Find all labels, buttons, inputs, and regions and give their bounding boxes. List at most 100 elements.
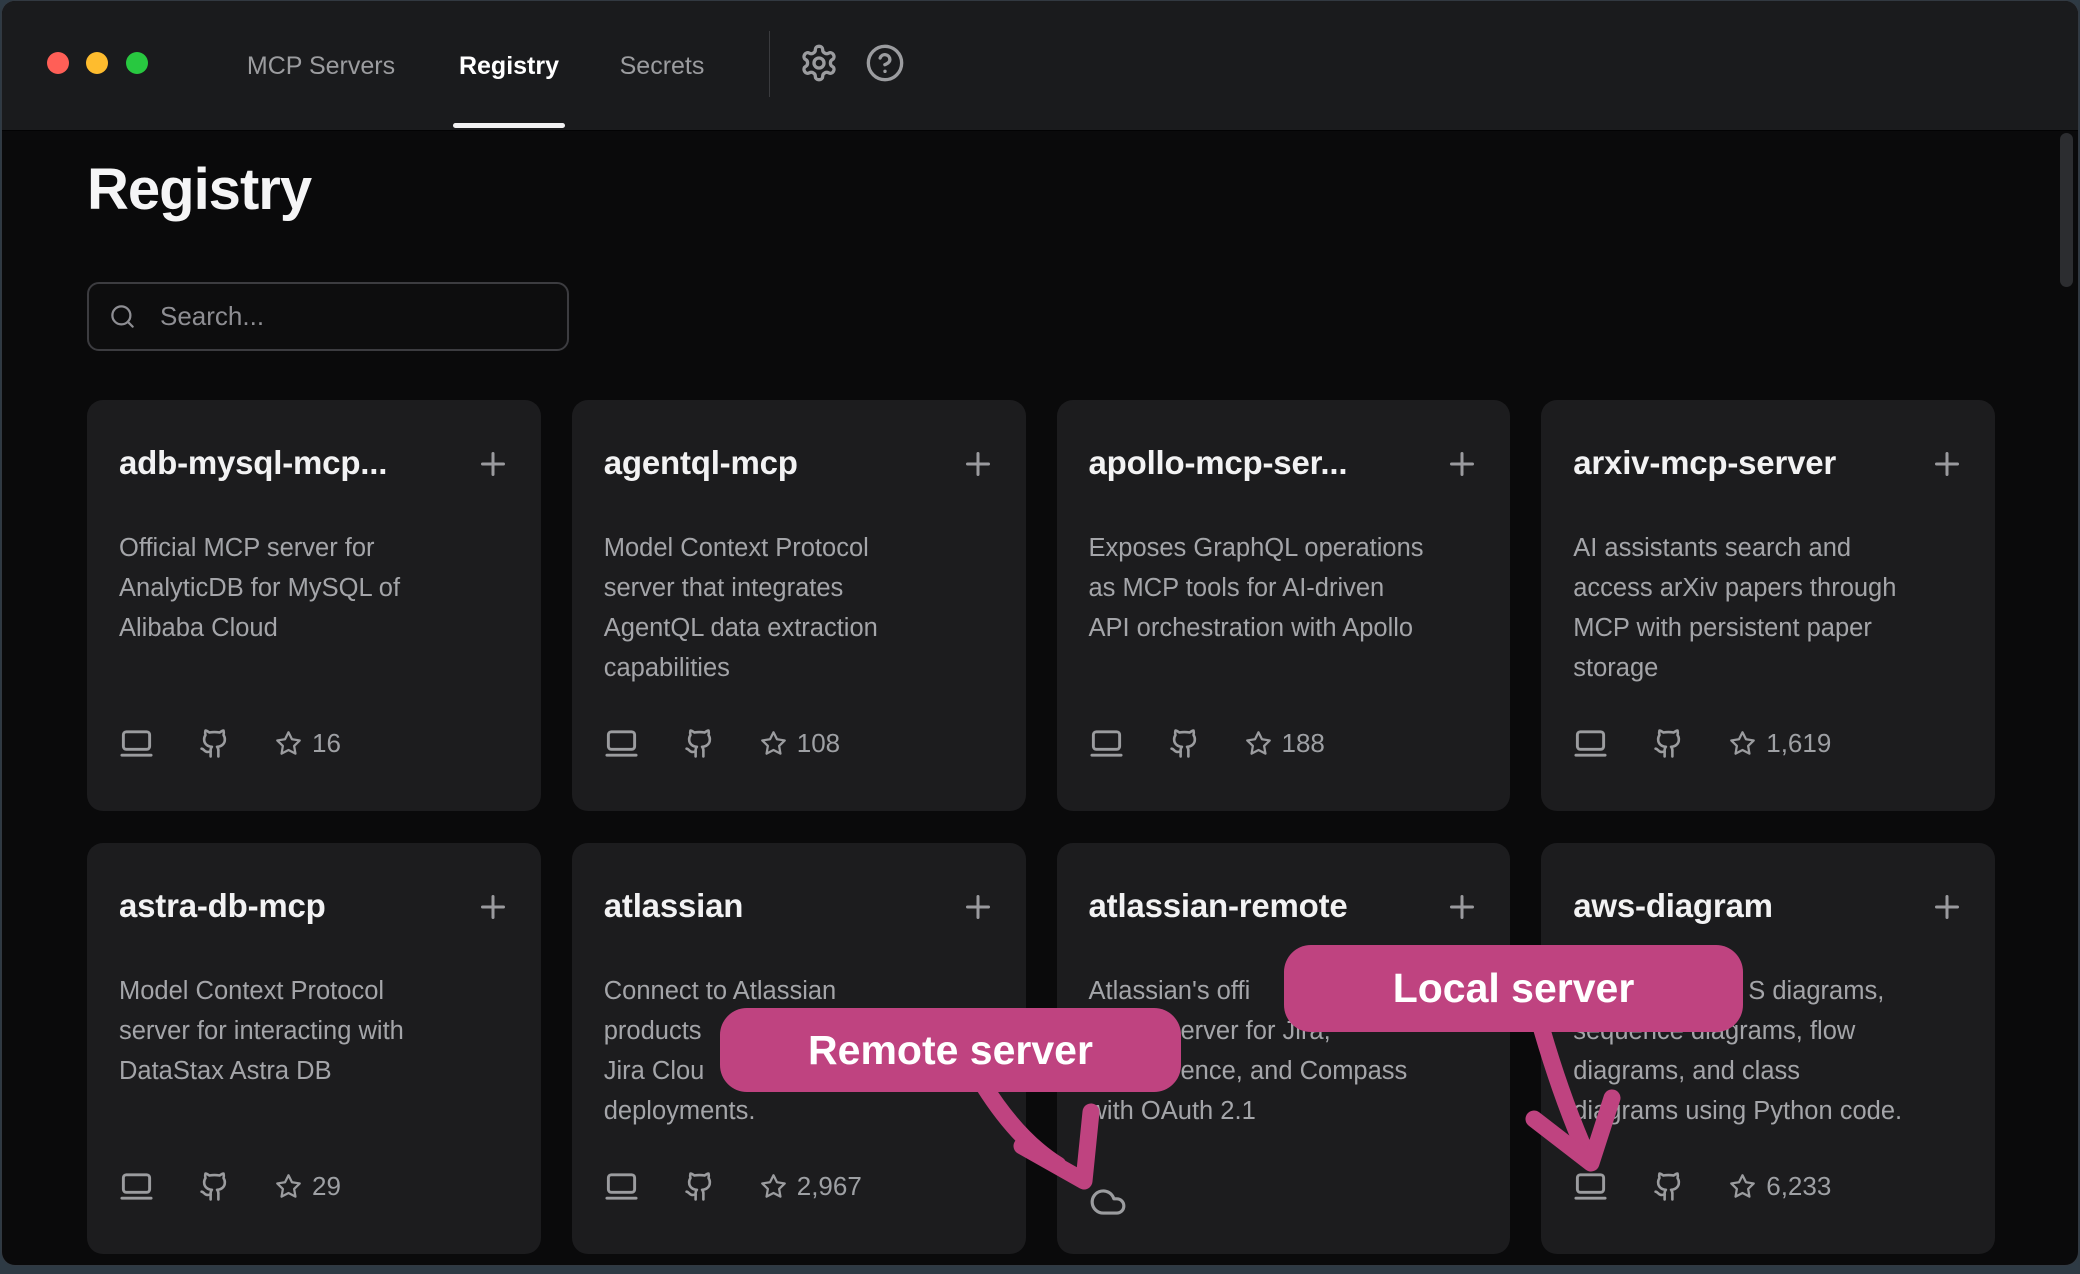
github-icon — [1653, 1171, 1684, 1202]
github-stars: 16 — [275, 728, 341, 759]
star-icon — [760, 730, 787, 757]
card-footer: 2,967 — [604, 1169, 862, 1204]
add-server-icon[interactable] — [1444, 889, 1480, 925]
star-icon — [760, 1173, 787, 1200]
server-description-line: ence, and Compass — [1089, 1051, 1487, 1091]
server-card[interactable]: astra-db-mcp Model Context Protocolserve… — [87, 843, 541, 1254]
server-description-line: deployments. — [604, 1091, 1002, 1131]
laptop-icon — [604, 1169, 639, 1204]
search-icon — [109, 303, 136, 330]
server-description-line: server that integrates — [604, 568, 1002, 608]
settings-gear-icon[interactable] — [799, 43, 839, 83]
server-card[interactable]: arxiv-mcp-server AI assistants search an… — [1541, 400, 1995, 811]
zoom-window-button[interactable] — [126, 52, 148, 74]
star-count: 108 — [797, 728, 840, 759]
server-description: Model Context Protocolserver for interac… — [119, 971, 517, 1091]
tab-registry[interactable]: Registry — [453, 1, 565, 131]
server-description: Atlassian's offierver for Jira,ence, and… — [1089, 971, 1487, 1131]
server-name: aws-diagram — [1573, 887, 1905, 925]
server-description-line: Atlassian's offi — [1089, 971, 1487, 1011]
card-footer: 1,619 — [1573, 726, 1831, 761]
help-icon[interactable] — [865, 43, 905, 83]
server-description: Official MCP server forAnalyticDB for My… — [119, 528, 517, 648]
server-description: Model Context Protocolserver that integr… — [604, 528, 1002, 688]
server-description: Exposes GraphQL operationsas MCP tools f… — [1089, 528, 1487, 648]
server-card[interactable]: apollo-mcp-ser... Exposes GraphQL operat… — [1057, 400, 1511, 811]
card-footer — [1089, 1183, 1127, 1221]
server-description-line: Exposes GraphQL operations — [1089, 528, 1487, 568]
server-card[interactable]: adb-mysql-mcp... Official MCP server for… — [87, 400, 541, 811]
minimize-window-button[interactable] — [86, 52, 108, 74]
github-icon — [199, 1171, 230, 1202]
server-description: AI assistants search andaccess arXiv pap… — [1573, 528, 1971, 688]
search-input[interactable] — [158, 300, 547, 333]
vertical-scrollbar[interactable] — [2060, 133, 2073, 287]
server-description: S diagrams,sequence diagrams, flowdiagra… — [1573, 971, 1971, 1131]
server-name: astra-db-mcp — [119, 887, 451, 925]
app-window: MCP Servers Registry Secrets Registry — [1, 0, 2079, 1266]
desktop: MCP Servers Registry Secrets Registry — [0, 0, 2080, 1274]
page-title: Registry — [87, 156, 311, 223]
server-description-line: diagrams, and class — [1573, 1051, 1971, 1091]
tab-mcp-servers[interactable]: MCP Servers — [235, 1, 407, 131]
star-count: 29 — [312, 1171, 341, 1202]
server-description-line: as MCP tools for AI-driven — [1089, 568, 1487, 608]
card-footer: 188 — [1089, 726, 1325, 761]
star-icon — [1729, 730, 1756, 757]
server-card[interactable]: atlassian Connect to AtlassianproductsJi… — [572, 843, 1026, 1254]
server-description-line: storage — [1573, 648, 1971, 688]
server-card[interactable]: aws-diagram S diagrams,sequence diagrams… — [1541, 843, 1995, 1254]
active-tab-underline — [453, 123, 565, 128]
server-name: arxiv-mcp-server — [1573, 444, 1905, 482]
add-server-icon[interactable] — [475, 889, 511, 925]
github-stars: 6,233 — [1729, 1171, 1831, 1202]
titlebar: MCP Servers Registry Secrets — [2, 1, 2078, 131]
server-description-line: Model Context Protocol — [119, 971, 517, 1011]
close-window-button[interactable] — [47, 52, 69, 74]
tab-secrets[interactable]: Secrets — [610, 1, 714, 131]
card-footer: 29 — [119, 1169, 341, 1204]
server-description-line: sequence diagrams, flow — [1573, 1011, 1971, 1051]
laptop-icon — [1573, 1169, 1608, 1204]
server-description-line: server for interacting with — [119, 1011, 517, 1051]
github-icon — [199, 728, 230, 759]
server-description: Connect to AtlassianproductsJira Cloudep… — [604, 971, 1002, 1131]
add-server-icon[interactable] — [1929, 889, 1965, 925]
server-card[interactable]: agentql-mcp Model Context Protocolserver… — [572, 400, 1026, 811]
server-description-line: Official MCP server for — [119, 528, 517, 568]
github-icon — [684, 1171, 715, 1202]
github-stars: 108 — [760, 728, 840, 759]
star-count: 6,233 — [1766, 1171, 1831, 1202]
server-description-line: erver for Jira, — [1089, 1011, 1487, 1051]
add-server-icon[interactable] — [1444, 446, 1480, 482]
github-stars: 29 — [275, 1171, 341, 1202]
card-footer: 108 — [604, 726, 840, 761]
server-name: adb-mysql-mcp... — [119, 444, 451, 482]
add-server-icon[interactable] — [1929, 446, 1965, 482]
server-card[interactable]: atlassian-remote Atlassian's offierver f… — [1057, 843, 1511, 1254]
laptop-icon — [1573, 726, 1608, 761]
server-description-line: diagrams using Python code. — [1573, 1091, 1971, 1131]
server-name: apollo-mcp-ser... — [1089, 444, 1421, 482]
laptop-icon — [119, 1169, 154, 1204]
add-server-icon[interactable] — [475, 446, 511, 482]
star-count: 16 — [312, 728, 341, 759]
cloud-icon — [1089, 1183, 1127, 1221]
server-description-line: S diagrams, — [1573, 971, 1971, 1011]
github-stars: 2,967 — [760, 1171, 862, 1202]
star-count: 2,967 — [797, 1171, 862, 1202]
search-box[interactable] — [87, 282, 569, 351]
github-icon — [1169, 728, 1200, 759]
github-stars: 1,619 — [1729, 728, 1831, 759]
server-name: agentql-mcp — [604, 444, 936, 482]
server-description-line: AI assistants search and — [1573, 528, 1971, 568]
star-icon — [275, 730, 302, 757]
laptop-icon — [604, 726, 639, 761]
add-server-icon[interactable] — [960, 889, 996, 925]
card-footer: 16 — [119, 726, 341, 761]
server-description-line: capabilities — [604, 648, 1002, 688]
server-name: atlassian — [604, 887, 936, 925]
laptop-icon — [1089, 726, 1124, 761]
add-server-icon[interactable] — [960, 446, 996, 482]
server-description-line: DataStax Astra DB — [119, 1051, 517, 1091]
